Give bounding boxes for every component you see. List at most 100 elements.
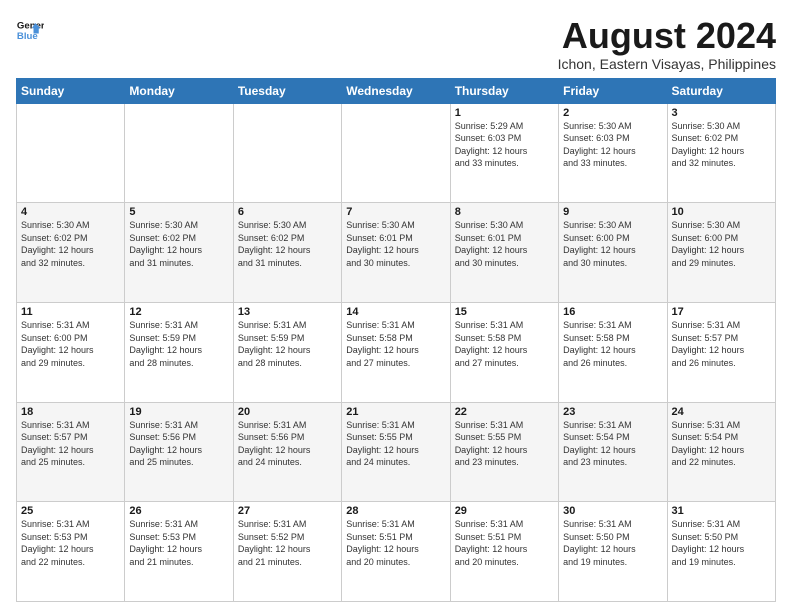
day-info: Sunrise: 5:31 AM Sunset: 5:50 PM Dayligh…: [672, 518, 771, 568]
calendar-cell: 26Sunrise: 5:31 AM Sunset: 5:53 PM Dayli…: [125, 502, 233, 602]
day-info: Sunrise: 5:31 AM Sunset: 5:54 PM Dayligh…: [672, 419, 771, 469]
day-number: 17: [672, 306, 771, 318]
day-info: Sunrise: 5:31 AM Sunset: 5:59 PM Dayligh…: [129, 319, 228, 369]
calendar-cell: 8Sunrise: 5:30 AM Sunset: 6:01 PM Daylig…: [450, 203, 558, 303]
calendar-cell: 7Sunrise: 5:30 AM Sunset: 6:01 PM Daylig…: [342, 203, 450, 303]
calendar-cell: 18Sunrise: 5:31 AM Sunset: 5:57 PM Dayli…: [17, 402, 125, 502]
calendar-cell: 21Sunrise: 5:31 AM Sunset: 5:55 PM Dayli…: [342, 402, 450, 502]
logo: General Blue: [16, 16, 44, 44]
day-info: Sunrise: 5:31 AM Sunset: 5:53 PM Dayligh…: [129, 518, 228, 568]
main-title: August 2024: [558, 16, 776, 56]
calendar-week-0: 1Sunrise: 5:29 AM Sunset: 6:03 PM Daylig…: [17, 103, 776, 203]
day-number: 31: [672, 505, 771, 517]
calendar-week-3: 18Sunrise: 5:31 AM Sunset: 5:57 PM Dayli…: [17, 402, 776, 502]
calendar-week-2: 11Sunrise: 5:31 AM Sunset: 6:00 PM Dayli…: [17, 302, 776, 402]
day-info: Sunrise: 5:30 AM Sunset: 6:00 PM Dayligh…: [672, 219, 771, 269]
day-info: Sunrise: 5:31 AM Sunset: 5:58 PM Dayligh…: [346, 319, 445, 369]
calendar-header-wednesday: Wednesday: [342, 78, 450, 103]
day-number: 5: [129, 206, 228, 218]
day-info: Sunrise: 5:31 AM Sunset: 5:51 PM Dayligh…: [455, 518, 554, 568]
day-number: 7: [346, 206, 445, 218]
day-number: 3: [672, 107, 771, 119]
calendar-table: SundayMondayTuesdayWednesdayThursdayFrid…: [16, 78, 776, 602]
day-info: Sunrise: 5:31 AM Sunset: 6:00 PM Dayligh…: [21, 319, 120, 369]
calendar-cell: 25Sunrise: 5:31 AM Sunset: 5:53 PM Dayli…: [17, 502, 125, 602]
day-info: Sunrise: 5:30 AM Sunset: 6:02 PM Dayligh…: [21, 219, 120, 269]
day-number: 14: [346, 306, 445, 318]
day-number: 8: [455, 206, 554, 218]
calendar-cell: [233, 103, 341, 203]
day-number: 16: [563, 306, 662, 318]
calendar-cell: 16Sunrise: 5:31 AM Sunset: 5:58 PM Dayli…: [559, 302, 667, 402]
day-info: Sunrise: 5:31 AM Sunset: 5:50 PM Dayligh…: [563, 518, 662, 568]
day-info: Sunrise: 5:30 AM Sunset: 6:01 PM Dayligh…: [455, 219, 554, 269]
day-number: 24: [672, 406, 771, 418]
calendar-header-thursday: Thursday: [450, 78, 558, 103]
day-number: 10: [672, 206, 771, 218]
calendar-header-friday: Friday: [559, 78, 667, 103]
day-number: 12: [129, 306, 228, 318]
day-info: Sunrise: 5:30 AM Sunset: 6:00 PM Dayligh…: [563, 219, 662, 269]
calendar-cell: 15Sunrise: 5:31 AM Sunset: 5:58 PM Dayli…: [450, 302, 558, 402]
calendar-cell: 30Sunrise: 5:31 AM Sunset: 5:50 PM Dayli…: [559, 502, 667, 602]
calendar-cell: [342, 103, 450, 203]
day-number: 4: [21, 206, 120, 218]
calendar-cell: 5Sunrise: 5:30 AM Sunset: 6:02 PM Daylig…: [125, 203, 233, 303]
logo-icon: General Blue: [16, 16, 44, 44]
day-number: 29: [455, 505, 554, 517]
day-info: Sunrise: 5:30 AM Sunset: 6:02 PM Dayligh…: [672, 120, 771, 170]
calendar-cell: 3Sunrise: 5:30 AM Sunset: 6:02 PM Daylig…: [667, 103, 775, 203]
day-number: 20: [238, 406, 337, 418]
day-number: 1: [455, 107, 554, 119]
day-info: Sunrise: 5:31 AM Sunset: 5:51 PM Dayligh…: [346, 518, 445, 568]
day-info: Sunrise: 5:31 AM Sunset: 5:52 PM Dayligh…: [238, 518, 337, 568]
calendar-cell: 4Sunrise: 5:30 AM Sunset: 6:02 PM Daylig…: [17, 203, 125, 303]
subtitle: Ichon, Eastern Visayas, Philippines: [558, 56, 776, 72]
day-number: 13: [238, 306, 337, 318]
calendar-cell: 22Sunrise: 5:31 AM Sunset: 5:55 PM Dayli…: [450, 402, 558, 502]
calendar-cell: 12Sunrise: 5:31 AM Sunset: 5:59 PM Dayli…: [125, 302, 233, 402]
day-number: 11: [21, 306, 120, 318]
calendar-header-saturday: Saturday: [667, 78, 775, 103]
calendar-cell: 31Sunrise: 5:31 AM Sunset: 5:50 PM Dayli…: [667, 502, 775, 602]
day-info: Sunrise: 5:29 AM Sunset: 6:03 PM Dayligh…: [455, 120, 554, 170]
day-number: 22: [455, 406, 554, 418]
calendar-cell: [125, 103, 233, 203]
day-info: Sunrise: 5:31 AM Sunset: 5:58 PM Dayligh…: [563, 319, 662, 369]
day-info: Sunrise: 5:30 AM Sunset: 6:01 PM Dayligh…: [346, 219, 445, 269]
day-info: Sunrise: 5:30 AM Sunset: 6:03 PM Dayligh…: [563, 120, 662, 170]
day-info: Sunrise: 5:30 AM Sunset: 6:02 PM Dayligh…: [238, 219, 337, 269]
calendar-cell: 28Sunrise: 5:31 AM Sunset: 5:51 PM Dayli…: [342, 502, 450, 602]
day-number: 19: [129, 406, 228, 418]
calendar-cell: 19Sunrise: 5:31 AM Sunset: 5:56 PM Dayli…: [125, 402, 233, 502]
calendar-cell: 11Sunrise: 5:31 AM Sunset: 6:00 PM Dayli…: [17, 302, 125, 402]
calendar-cell: 1Sunrise: 5:29 AM Sunset: 6:03 PM Daylig…: [450, 103, 558, 203]
calendar-cell: 17Sunrise: 5:31 AM Sunset: 5:57 PM Dayli…: [667, 302, 775, 402]
calendar-cell: 6Sunrise: 5:30 AM Sunset: 6:02 PM Daylig…: [233, 203, 341, 303]
page: General Blue August 2024 Ichon, Eastern …: [0, 0, 792, 612]
day-number: 26: [129, 505, 228, 517]
calendar-cell: 29Sunrise: 5:31 AM Sunset: 5:51 PM Dayli…: [450, 502, 558, 602]
day-info: Sunrise: 5:31 AM Sunset: 5:59 PM Dayligh…: [238, 319, 337, 369]
day-info: Sunrise: 5:31 AM Sunset: 5:57 PM Dayligh…: [672, 319, 771, 369]
day-number: 28: [346, 505, 445, 517]
header: General Blue August 2024 Ichon, Eastern …: [16, 16, 776, 72]
day-number: 30: [563, 505, 662, 517]
calendar-cell: 23Sunrise: 5:31 AM Sunset: 5:54 PM Dayli…: [559, 402, 667, 502]
day-info: Sunrise: 5:31 AM Sunset: 5:54 PM Dayligh…: [563, 419, 662, 469]
calendar-header-sunday: Sunday: [17, 78, 125, 103]
calendar-week-1: 4Sunrise: 5:30 AM Sunset: 6:02 PM Daylig…: [17, 203, 776, 303]
calendar-cell: 27Sunrise: 5:31 AM Sunset: 5:52 PM Dayli…: [233, 502, 341, 602]
day-number: 18: [21, 406, 120, 418]
title-section: August 2024 Ichon, Eastern Visayas, Phil…: [558, 16, 776, 72]
day-info: Sunrise: 5:31 AM Sunset: 5:56 PM Dayligh…: [129, 419, 228, 469]
day-info: Sunrise: 5:31 AM Sunset: 5:58 PM Dayligh…: [455, 319, 554, 369]
day-number: 21: [346, 406, 445, 418]
calendar-cell: 24Sunrise: 5:31 AM Sunset: 5:54 PM Dayli…: [667, 402, 775, 502]
day-info: Sunrise: 5:30 AM Sunset: 6:02 PM Dayligh…: [129, 219, 228, 269]
calendar-header-monday: Monday: [125, 78, 233, 103]
day-number: 23: [563, 406, 662, 418]
day-number: 15: [455, 306, 554, 318]
calendar-week-4: 25Sunrise: 5:31 AM Sunset: 5:53 PM Dayli…: [17, 502, 776, 602]
calendar-cell: 2Sunrise: 5:30 AM Sunset: 6:03 PM Daylig…: [559, 103, 667, 203]
